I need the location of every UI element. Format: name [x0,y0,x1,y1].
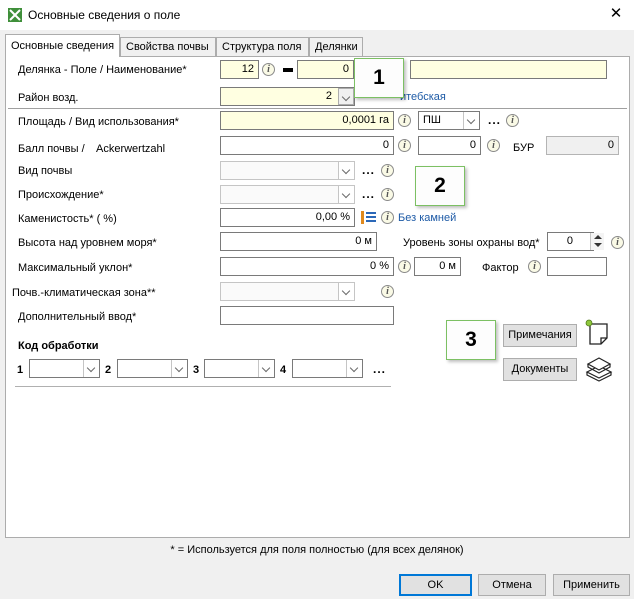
district-label: Район возд. [18,92,79,104]
soil-type-select[interactable] [220,161,355,180]
documents-icon[interactable] [584,352,614,384]
altitude-input[interactable]: 0 м [220,232,377,251]
info-icon[interactable]: i [398,139,411,152]
spin-buttons[interactable] [590,233,604,250]
chevron-down-icon[interactable] [338,88,354,105]
usage-value: ПШ [423,114,441,126]
slope-m-input[interactable]: 0 м [414,257,461,276]
water-zone-input[interactable]: 0 [547,232,594,251]
district-link[interactable]: итебская [400,91,446,103]
code-number-3: 3 [193,364,200,376]
slope-label: Максимальный уклон* [18,262,133,274]
info-icon[interactable]: i [381,285,394,298]
footnote: * = Используется для поля полностью (для… [170,544,464,556]
stoniness-input[interactable]: 0,00 % [220,208,355,227]
info-icon[interactable]: i [381,211,394,224]
soil-score-input-2[interactable]: 0 [418,136,481,155]
plot-label: Делянка - Поле / Наименование* [18,64,187,76]
notes-button[interactable]: Примечания [503,324,577,347]
factor-input[interactable] [547,257,607,276]
info-icon[interactable]: i [487,139,500,152]
plot-field-input[interactable]: 0 [297,60,354,79]
dash-separator [283,68,293,72]
more-icon[interactable]: ... [362,187,375,201]
altitude-label: Высота над уровнем моря* [18,237,157,249]
list-icon[interactable] [361,210,377,225]
ok-button[interactable]: OK [399,574,472,596]
code-select-3[interactable] [204,359,275,378]
info-icon[interactable]: i [381,164,394,177]
callout-2: 2 [415,166,465,206]
climate-label: Почв.-климатическая зона** [12,287,156,299]
chevron-down-icon[interactable] [338,162,354,179]
soil-score-input[interactable]: 0 [220,136,394,155]
note-icon[interactable] [584,319,612,347]
soil-score-label: Балл почвы / [18,143,85,155]
water-zone-label: Уровень зоны охраны вод* [403,237,540,249]
info-icon[interactable]: i [262,63,275,76]
soil-score-sublabel: Ackerwertzahl [96,143,166,155]
code-number-1: 1 [17,364,24,376]
chevron-down-icon[interactable] [171,360,187,377]
area-input[interactable]: 0,0001 га [220,111,394,130]
usage-select[interactable]: ПШ [418,111,480,130]
chevron-down-icon[interactable] [346,360,362,377]
info-icon[interactable]: i [381,188,394,201]
district-select[interactable]: 2 [220,87,355,106]
cancel-button[interactable]: Отмена [478,574,546,596]
plot-name-input[interactable] [410,60,607,79]
chevron-down-icon[interactable] [463,112,479,129]
district-value: 2 [325,90,332,102]
apply-button[interactable]: Применить [553,574,630,596]
info-icon[interactable]: i [398,114,411,127]
documents-button[interactable]: Документы [503,358,577,381]
slope-input[interactable]: 0 % [220,257,394,276]
stoniness-label: Каменистость* ( %) [18,213,117,225]
plot-number-input[interactable]: 12 [220,60,259,79]
more-icon[interactable]: ... [362,163,375,177]
code-number-2: 2 [105,364,112,376]
info-icon[interactable]: i [506,114,519,127]
more-icon[interactable]: ... [488,113,501,127]
origin-select[interactable] [220,185,355,204]
chevron-down-icon[interactable] [258,360,274,377]
code-select-1[interactable] [29,359,100,378]
bur-label: БУР [513,142,535,154]
factor-label: Фактор [482,262,519,274]
info-icon[interactable]: i [528,260,541,273]
more-icon[interactable]: ... [373,362,386,376]
code-number-4: 4 [280,364,287,376]
info-icon[interactable]: i [611,236,624,249]
chevron-down-icon[interactable] [338,186,354,203]
area-label: Площадь / Вид использования* [18,116,179,128]
chevron-up-icon[interactable] [594,235,602,239]
bur-value: 0 [546,136,619,155]
callout-1: 1 [354,58,404,98]
soil-type-label: Вид почвы [18,165,73,177]
section-divider [8,108,627,109]
chevron-down-icon[interactable] [594,243,602,247]
origin-label: Происхождение* [18,189,104,201]
code-divider [15,386,391,387]
info-icon[interactable]: i [398,260,411,273]
code-select-2[interactable] [117,359,188,378]
extra-input-label: Дополнительный ввод* [18,311,137,323]
chevron-down-icon[interactable] [83,360,99,377]
callout-3: 3 [446,320,496,360]
chevron-down-icon[interactable] [338,283,354,300]
code-select-4[interactable] [292,359,363,378]
extra-input[interactable] [220,306,394,325]
climate-select[interactable] [220,282,355,301]
stoniness-link[interactable]: Без камней [398,212,456,224]
processing-code-title: Код обработки [18,340,99,352]
